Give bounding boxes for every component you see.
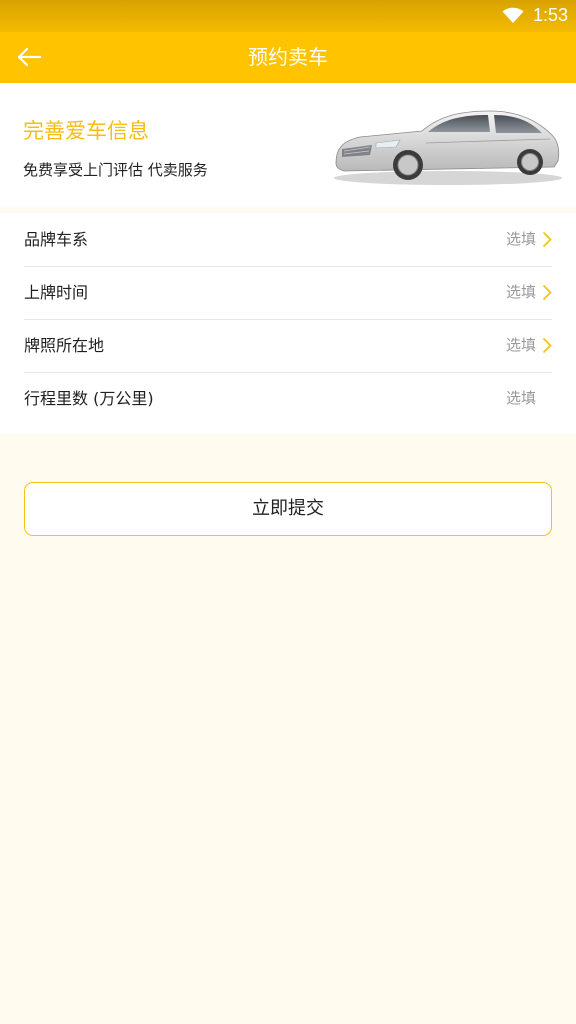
row-label: 行程里数 (万公里) <box>24 389 154 408</box>
arrow-left-icon <box>17 47 42 67</box>
page-title: 预约卖车 <box>248 45 328 69</box>
row-value: 选填 <box>505 283 536 301</box>
app-bar: 预约卖车 <box>0 32 576 83</box>
status-bar: 1:53 <box>0 0 576 32</box>
chevron-right-icon <box>542 337 552 354</box>
form-row-plate-location[interactable]: 牌照所在地 选填 <box>24 319 552 373</box>
form-row-registration-date[interactable]: 上牌时间 选填 <box>24 266 552 320</box>
back-button[interactable] <box>10 38 48 76</box>
chevron-right-icon <box>542 284 552 301</box>
row-value: 选填 <box>505 230 536 248</box>
banner-subtitle: 免费享受上门评估 代卖服务 <box>23 161 208 179</box>
row-label: 上牌时间 <box>24 283 89 302</box>
row-value: 选填 <box>505 336 536 354</box>
form-row-mileage[interactable]: 行程里数 (万公里) 选填 <box>24 372 552 425</box>
car-info-form: 品牌车系 选填 上牌时间 选填 牌照所在地 选填 行程里数 (万公里) 选填 <box>0 213 576 433</box>
row-label: 品牌车系 <box>24 230 89 249</box>
wifi-icon <box>502 7 524 23</box>
status-time: 1:53 <box>532 5 568 25</box>
banner: 完善爱车信息 免费享受上门评估 代卖服务 <box>0 83 576 207</box>
mileage-input[interactable]: 选填 <box>506 372 536 425</box>
form-row-brand[interactable]: 品牌车系 选填 <box>24 213 552 267</box>
submit-button[interactable]: 立即提交 <box>24 482 552 536</box>
row-label: 牌照所在地 <box>24 336 105 355</box>
car-image <box>334 110 562 185</box>
banner-title: 完善爱车信息 <box>23 119 149 143</box>
chevron-right-icon <box>542 231 552 248</box>
